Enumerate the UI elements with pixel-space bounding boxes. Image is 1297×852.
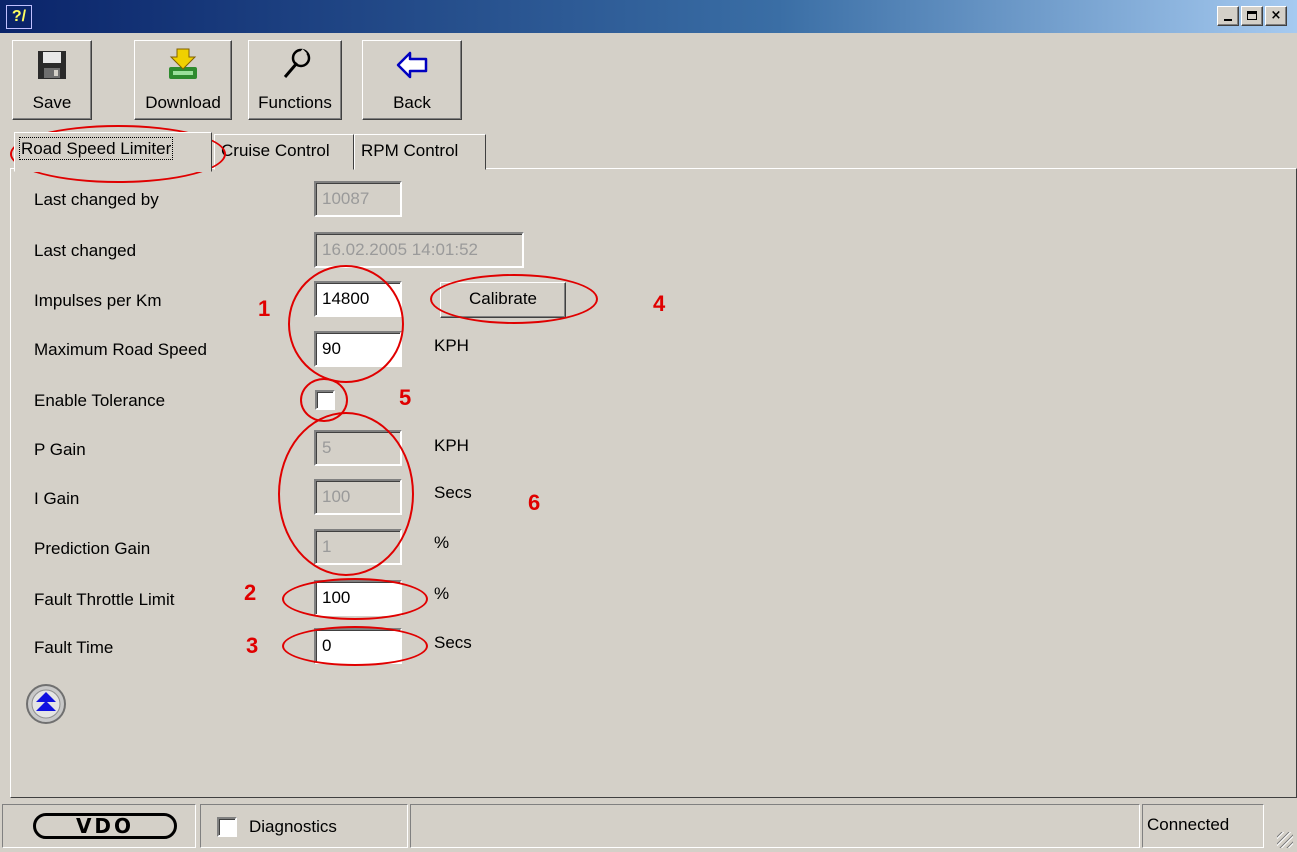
minimize-button[interactable] bbox=[1217, 6, 1239, 26]
save-icon bbox=[38, 51, 66, 79]
fault-throttle-limit-label: Fault Throttle Limit bbox=[34, 590, 175, 609]
maximize-icon bbox=[1247, 11, 1257, 20]
diagnostics-pane: Diagnostics bbox=[200, 804, 408, 848]
diagnostics-checkbox[interactable] bbox=[217, 817, 237, 837]
vdo-logo: VDO bbox=[33, 813, 177, 839]
impulses-per-km-input[interactable]: 14800 bbox=[314, 281, 402, 317]
close-icon: × bbox=[1270, 8, 1282, 23]
annotation-number-1: 1 bbox=[258, 296, 271, 321]
close-button[interactable]: × bbox=[1265, 6, 1287, 26]
i-gain-field: 100 bbox=[314, 479, 402, 515]
diagnostics-label[interactable]: Diagnostics bbox=[249, 817, 337, 837]
last-changed-field: 16.02.2005 14:01:52 bbox=[314, 232, 524, 268]
save-button[interactable]: Save bbox=[12, 40, 92, 120]
title-bar[interactable]: ?/ × bbox=[0, 0, 1297, 33]
impulses-per-km-label: Impulses per Km bbox=[34, 291, 162, 310]
tab-label: Cruise Control bbox=[221, 141, 330, 160]
save-label: Save bbox=[32, 93, 72, 112]
calibrate-button[interactable]: Calibrate bbox=[440, 282, 566, 318]
max-road-speed-unit: KPH bbox=[434, 336, 469, 355]
i-gain-unit: Secs bbox=[434, 483, 472, 502]
annotation-number-5: 5 bbox=[399, 385, 412, 410]
p-gain-unit: KPH bbox=[434, 436, 469, 455]
fault-throttle-limit-unit: % bbox=[434, 584, 450, 603]
connection-status-pane: Connected bbox=[1142, 804, 1264, 848]
prediction-gain-label: Prediction Gain bbox=[34, 539, 151, 558]
prediction-gain-field: 1 bbox=[314, 529, 402, 565]
back-label: Back bbox=[393, 93, 431, 112]
last-changed-label: Last changed bbox=[34, 241, 137, 260]
resize-grip[interactable] bbox=[1277, 832, 1293, 848]
logo-pane: VDO bbox=[2, 804, 196, 848]
max-road-speed-input[interactable]: 90 bbox=[314, 331, 402, 367]
maximize-button[interactable] bbox=[1241, 6, 1263, 26]
download-icon bbox=[169, 48, 197, 79]
annotation-number-2: 2 bbox=[244, 580, 257, 605]
app-icon[interactable]: ?/ bbox=[6, 5, 32, 29]
enable-tolerance-checkbox[interactable] bbox=[315, 390, 335, 410]
back-arrow-icon bbox=[396, 51, 428, 79]
scroll-top-button[interactable] bbox=[25, 683, 67, 725]
download-label: Download bbox=[145, 93, 221, 112]
status-message-pane bbox=[410, 804, 1140, 848]
prediction-gain-unit: % bbox=[434, 533, 450, 552]
tab-road-speed-limiter[interactable]: Road Speed Limiter bbox=[14, 132, 212, 172]
tab-panel bbox=[10, 168, 1297, 798]
fault-time-input[interactable]: 0 bbox=[314, 628, 402, 664]
last-changed-by-field: 10087 bbox=[314, 181, 402, 217]
connection-status: Connected bbox=[1147, 815, 1230, 834]
tab-cruise-control[interactable]: Cruise Control bbox=[214, 134, 354, 170]
annotation-number-6: 6 bbox=[528, 490, 541, 515]
p-gain-label: P Gain bbox=[34, 440, 86, 459]
wrench-icon bbox=[283, 48, 311, 78]
annotation-number-4: 4 bbox=[653, 291, 666, 316]
fault-time-unit: Secs bbox=[434, 633, 472, 652]
annotation-number-3: 3 bbox=[246, 633, 259, 658]
functions-button[interactable]: Functions bbox=[248, 40, 342, 120]
tab-label: RPM Control bbox=[361, 141, 459, 160]
download-button[interactable]: Download bbox=[134, 40, 232, 120]
enable-tolerance-label: Enable Tolerance bbox=[34, 391, 166, 410]
functions-label: Functions bbox=[258, 93, 332, 112]
i-gain-label: I Gain bbox=[34, 489, 80, 508]
p-gain-field: 5 bbox=[314, 430, 402, 466]
fault-throttle-limit-input[interactable]: 100 bbox=[314, 580, 402, 616]
fault-time-label: Fault Time bbox=[34, 638, 114, 657]
tab-label: Road Speed Limiter bbox=[18, 137, 174, 160]
status-bar: VDO Diagnostics Connected bbox=[0, 800, 1297, 852]
last-changed-by-label: Last changed by bbox=[34, 190, 159, 209]
back-button[interactable]: Back bbox=[362, 40, 462, 120]
minimize-icon bbox=[1224, 19, 1232, 21]
tab-rpm-control[interactable]: RPM Control bbox=[354, 134, 486, 170]
max-road-speed-label: Maximum Road Speed bbox=[34, 340, 207, 359]
